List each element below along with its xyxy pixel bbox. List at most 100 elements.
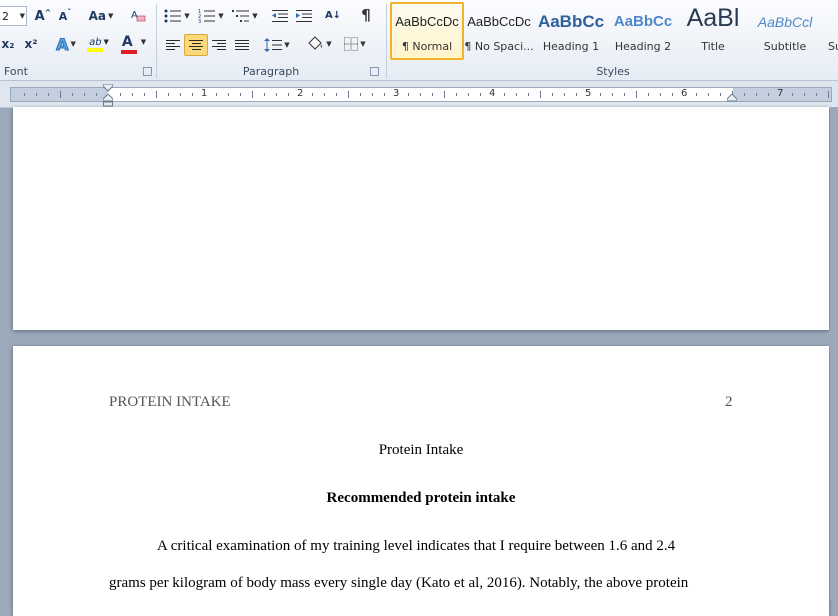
borders-icon xyxy=(344,37,359,51)
section-heading[interactable]: Recommended protein intake xyxy=(13,490,829,507)
style-normal-name: ¶ Normal xyxy=(401,40,453,53)
style-heading-1-preview: AaBbCc xyxy=(537,12,605,31)
change-case-label: Aa xyxy=(88,9,106,23)
body-line[interactable]: A critical examination of my training le… xyxy=(157,538,675,555)
align-left-icon xyxy=(166,40,180,50)
borders-button[interactable]: ▼ xyxy=(340,34,370,54)
ruler-tick xyxy=(468,93,469,96)
hanging-indent-marker-icon[interactable] xyxy=(103,94,113,107)
highlight-color-swatch xyxy=(87,47,103,52)
paragraph-dialog-launcher-icon[interactable] xyxy=(370,67,379,76)
ruler-tick xyxy=(312,93,313,96)
font-group-label-text: Font xyxy=(4,65,28,78)
multilevel-list-button[interactable]: ▼ xyxy=(230,6,260,26)
ruler-tick xyxy=(348,91,349,98)
ruler-tick xyxy=(264,93,265,96)
superscript-label: x² xyxy=(24,37,38,51)
shrink-font-button[interactable]: Aˇ xyxy=(56,6,74,26)
style-subtitle[interactable]: AaBbCcl Subtitle xyxy=(750,2,820,56)
ruler-tick xyxy=(564,93,565,96)
ruler-tick xyxy=(180,93,181,96)
ruler-tick xyxy=(456,93,457,96)
ruler-number: 4 xyxy=(489,88,496,99)
ruler-number: 7 xyxy=(777,88,784,99)
align-left-button[interactable] xyxy=(162,35,184,55)
page-2[interactable]: PROTEIN INTAKE 2 Protein Intake Recommen… xyxy=(13,346,829,616)
document-title[interactable]: Protein Intake xyxy=(13,442,829,459)
style-normal[interactable]: AaBbCcDc ¶ Normal xyxy=(390,2,464,60)
pilcrow-icon: ¶ xyxy=(361,6,371,24)
chevron-down-icon: ▼ xyxy=(70,40,76,48)
bullets-button[interactable]: ▼ xyxy=(162,6,192,26)
font-size-field[interactable]: 2 ▼ xyxy=(0,6,27,26)
ruler-tick xyxy=(804,93,805,96)
show-formatting-button[interactable]: ¶ xyxy=(356,5,376,25)
group-separator xyxy=(386,4,387,78)
decrease-indent-icon xyxy=(272,10,288,22)
ruler-tick xyxy=(192,93,193,96)
ruler-track[interactable]: 1 2 3 4 5 6 7 xyxy=(10,87,832,102)
text-effects-button[interactable]: A ▼ xyxy=(54,34,78,54)
change-case-button[interactable]: Aa ▼ xyxy=(86,6,116,26)
ruler-tick xyxy=(672,93,673,96)
ruler-tick xyxy=(552,93,553,96)
ruler-tick xyxy=(360,93,361,96)
clear-formatting-button[interactable]: A xyxy=(128,5,148,25)
ruler-tick xyxy=(36,93,37,96)
font-group: 2 ▼ A ^ Aˇ Aa ▼ A x₂ x² A ▼ ab ▼ A ▼ Fon… xyxy=(0,0,154,80)
font-dialog-launcher-icon[interactable] xyxy=(143,67,152,76)
ruler-tick xyxy=(816,93,817,96)
sort-button[interactable]: A↓ xyxy=(322,5,344,25)
shading-button[interactable]: ▼ xyxy=(304,34,334,54)
ruler-tick xyxy=(228,93,229,96)
ruler-tick xyxy=(744,93,745,96)
page-number[interactable]: 2 xyxy=(725,394,733,411)
align-right-button[interactable] xyxy=(208,35,230,55)
font-size-value: 2 xyxy=(2,9,9,23)
style-normal-preview: AaBbCcDc xyxy=(395,14,459,29)
chevron-down-icon: ▼ xyxy=(326,40,332,48)
superscript-button[interactable]: x² xyxy=(22,34,40,54)
line-spacing-button[interactable]: ▼ xyxy=(262,35,292,55)
ruler-tick xyxy=(624,93,625,96)
ruler-tick xyxy=(576,93,577,96)
caret-up-icon: ^ xyxy=(44,7,52,17)
chevron-down-icon: ▼ xyxy=(252,12,258,20)
ruler-tick xyxy=(480,93,481,96)
ruler-tick xyxy=(96,93,97,96)
increase-indent-button[interactable] xyxy=(294,6,314,26)
page-1[interactable] xyxy=(13,107,829,330)
grow-font-button[interactable]: A ^ xyxy=(34,6,52,26)
font-color-button[interactable]: A ▼ xyxy=(118,34,150,54)
running-header[interactable]: PROTEIN INTAKE xyxy=(109,394,231,411)
align-center-icon xyxy=(189,40,203,50)
ruler-tick xyxy=(636,91,637,98)
bullets-icon xyxy=(164,9,182,23)
style-heading-2-preview: AaBbCc xyxy=(613,13,673,30)
ruler-tick xyxy=(600,93,601,96)
style-heading-1[interactable]: AaBbCc Heading 1 xyxy=(536,2,606,56)
ruler-number: 3 xyxy=(393,88,400,99)
decrease-indent-button[interactable] xyxy=(270,6,290,26)
chevron-down-icon: ▼ xyxy=(103,38,109,46)
style-heading-2[interactable]: AaBbCc Heading 2 xyxy=(608,2,678,56)
align-center-button[interactable] xyxy=(184,34,208,56)
style-no-spacing[interactable]: AaBbCcDc ¶ No Spaci... xyxy=(464,2,534,56)
chevron-down-icon: ▼ xyxy=(184,12,190,20)
horizontal-ruler: 1 2 3 4 5 6 7 xyxy=(0,81,838,108)
style-title[interactable]: AaBl Title xyxy=(678,2,748,56)
ruler-tick xyxy=(612,93,613,96)
ruler-tick xyxy=(132,93,133,96)
style-subtitle-name: Subtitle xyxy=(763,40,807,53)
justify-button[interactable] xyxy=(231,35,253,55)
first-line-indent-marker-icon[interactable] xyxy=(103,84,113,92)
highlight-button[interactable]: ab ▼ xyxy=(84,34,114,54)
ruler-tick xyxy=(648,93,649,96)
body-line[interactable]: grams per kilogram of body mass every si… xyxy=(109,575,688,592)
numbering-button[interactable]: 123 ▼ xyxy=(196,6,226,26)
style-title-name: Title xyxy=(701,40,725,53)
right-indent-marker-icon[interactable] xyxy=(727,94,737,102)
style-subtle-emphasis-name: Su xyxy=(828,40,838,53)
subscript-button[interactable]: x₂ xyxy=(0,34,16,54)
style-subtle-emphasis[interactable]: Su xyxy=(822,2,838,56)
